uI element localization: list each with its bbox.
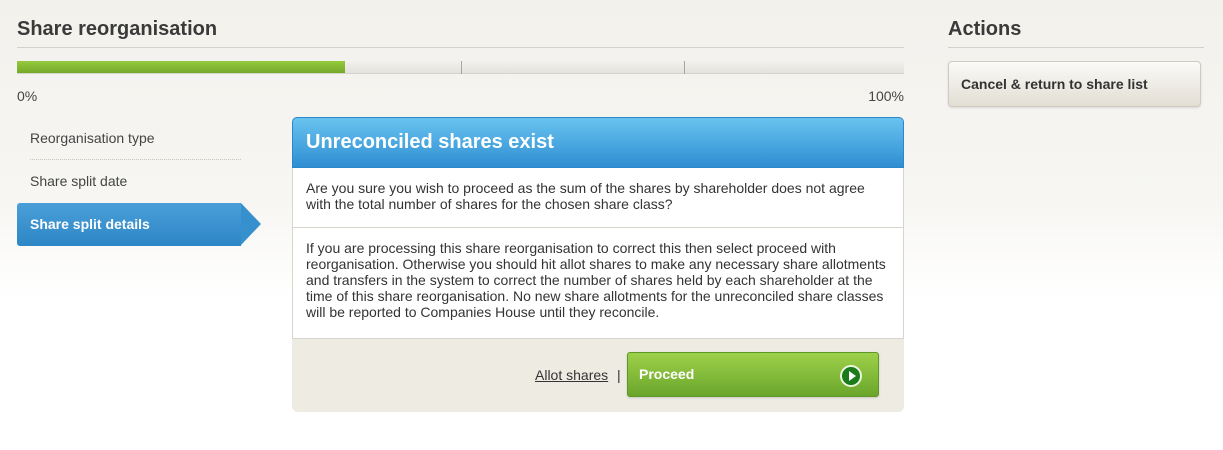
progress-fill <box>17 61 346 73</box>
title-divider <box>17 47 904 48</box>
step-navigation: Reorganisation type Share split date Sha… <box>17 117 267 246</box>
progress-min-label: 0% <box>17 88 38 104</box>
play-circle-icon <box>840 365 862 387</box>
progress-bar <box>17 61 904 74</box>
dialog-body: Are you sure you wish to proceed as the … <box>292 168 904 339</box>
proceed-button[interactable]: Proceed <box>627 352 879 397</box>
progress-tick <box>461 61 462 74</box>
step-reorganisation-type[interactable]: Reorganisation type <box>17 117 241 160</box>
step-share-split-date[interactable]: Share split date <box>17 160 241 203</box>
proceed-label: Proceed <box>639 366 695 382</box>
progress-tick <box>684 61 685 74</box>
dialog-title: Unreconciled shares exist <box>292 117 904 168</box>
unreconciled-dialog: Unreconciled shares exist Are you sure y… <box>292 117 904 412</box>
page-title: Share reorganisation <box>17 18 218 40</box>
step-share-split-details[interactable]: Share split details <box>17 203 261 246</box>
actions-title: Actions <box>948 18 1022 40</box>
dialog-explanation: If you are processing this share reorgan… <box>293 228 903 339</box>
actions-divider <box>948 47 1204 48</box>
link-separator: | <box>617 367 621 383</box>
allot-shares-link[interactable]: Allot shares <box>535 367 608 383</box>
cancel-return-button[interactable]: Cancel & return to share list <box>948 61 1201 107</box>
dialog-question: Are you sure you wish to proceed as the … <box>293 168 903 228</box>
progress-max-label: 100% <box>868 88 904 104</box>
